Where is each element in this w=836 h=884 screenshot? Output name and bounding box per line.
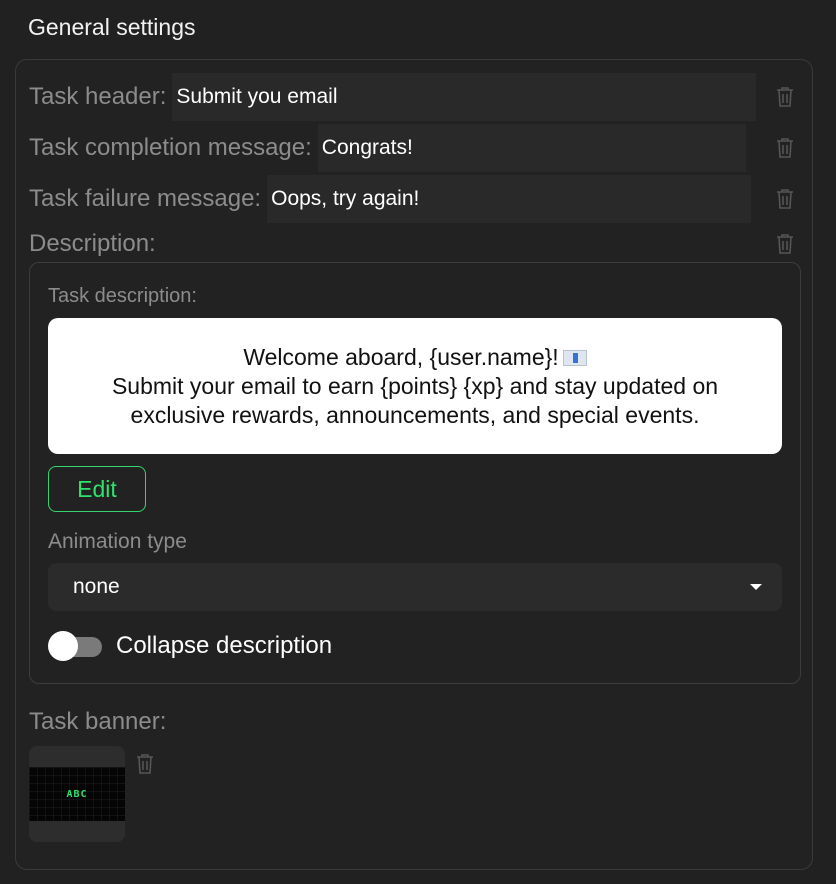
task-completion-input[interactable]: Congrats! xyxy=(317,124,746,172)
description-label: Description: xyxy=(29,230,156,257)
banner-image: ABC xyxy=(29,767,125,821)
task-header-row: Task header: Submit you email xyxy=(29,73,757,121)
task-failure-input[interactable]: Oops, try again! xyxy=(267,175,752,223)
task-failure-row: Task failure message: Oops, try again! xyxy=(29,175,752,223)
page-title: General settings xyxy=(28,14,196,40)
trash-icon[interactable] xyxy=(134,751,156,777)
trash-icon[interactable] xyxy=(774,135,796,161)
preview-line-3: exclusive rewards, announcements, and sp… xyxy=(130,401,700,428)
task-description-label: Task description: xyxy=(48,285,197,307)
collapse-description-row: Collapse description xyxy=(48,631,332,661)
task-failure-label: Task failure message: xyxy=(29,185,262,212)
task-completion-row: Task completion message: Congrats! xyxy=(29,124,746,172)
trash-icon[interactable] xyxy=(774,84,796,110)
animation-type-label: Animation type xyxy=(48,530,187,553)
caret-down-icon xyxy=(750,584,762,590)
task-banner-label: Task banner: xyxy=(29,708,167,735)
envelope-icon xyxy=(562,350,587,367)
task-header-input[interactable]: Submit you email xyxy=(172,73,757,121)
task-header-label: Task header: xyxy=(29,83,167,110)
edit-button[interactable]: Edit xyxy=(48,466,146,512)
animation-type-value: none xyxy=(73,575,120,598)
preview-line-1: Welcome aboard, {user.name}! xyxy=(243,343,587,372)
trash-icon[interactable] xyxy=(774,231,796,257)
trash-icon[interactable] xyxy=(774,186,796,212)
toggle-knob xyxy=(48,631,78,661)
task-completion-label: Task completion message: xyxy=(29,134,312,161)
general-settings-card: Task header: Submit you email Task compl… xyxy=(15,59,813,870)
collapse-description-toggle[interactable] xyxy=(48,631,104,661)
task-banner-thumbnail[interactable]: ABC xyxy=(29,746,125,842)
task-description-preview: Welcome aboard, {user.name}! Submit your… xyxy=(48,318,782,454)
collapse-description-label: Collapse description xyxy=(116,632,333,659)
description-panel: Task description: Welcome aboard, {user.… xyxy=(29,262,801,684)
animation-type-select[interactable]: none xyxy=(48,563,782,611)
preview-line-2: Submit your email to earn {points} {xp} … xyxy=(111,372,719,399)
